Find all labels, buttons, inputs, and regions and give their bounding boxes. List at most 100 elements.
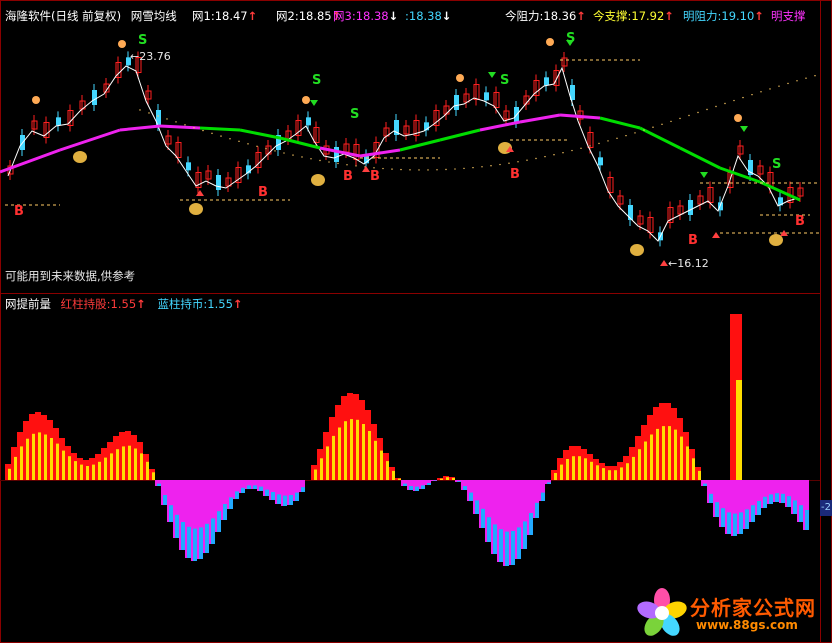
histogram-bar (751, 505, 755, 522)
candle-body (92, 90, 97, 105)
histogram-bar (421, 485, 425, 489)
histogram-bar (686, 446, 689, 480)
volume-indicator-header: 网提前量 红柱持股:1.55↑ 蓝柱持币:1.55↑ (5, 296, 243, 312)
runner-icon (734, 114, 742, 122)
histogram-bar (457, 481, 461, 482)
sell-signal-label: S (312, 73, 321, 88)
value-label: 今阻力:18.36 (505, 9, 577, 23)
ma-trend-line (0, 148, 61, 174)
histogram-bar (787, 496, 791, 507)
candle-body (216, 175, 221, 190)
histogram-bar (217, 511, 221, 532)
histogram-bar (386, 461, 389, 480)
histogram-bar (541, 492, 545, 501)
up-arrow-icon: ↑ (576, 9, 586, 23)
histogram-bar (517, 527, 521, 559)
price-panel[interactable]: BBB B BBBSSSSSS←23.76←16.12 (0, 31, 820, 270)
indicator-value-4: :18.38↓ (405, 8, 451, 24)
histogram-bar (757, 501, 761, 515)
histogram-bar (199, 527, 203, 559)
histogram-bar (44, 434, 47, 480)
dotted-guide (256, 145, 258, 148)
histogram-bar (736, 380, 742, 480)
histogram-bar (547, 482, 551, 484)
histogram-bar (32, 433, 35, 480)
histogram-bar (452, 477, 455, 480)
histogram-bar (181, 522, 185, 550)
dotted-guide (634, 132, 636, 134)
dotted-guide (247, 143, 249, 145)
dotted-guide (400, 168, 402, 171)
dotted-guide (211, 132, 213, 135)
chart-canvas[interactable]: BBB B BBBSSSSSS←23.76←16.12 (0, 0, 832, 643)
histogram-bar (709, 493, 713, 503)
histogram-bar (338, 427, 341, 480)
up-arrow-icon (712, 232, 720, 238)
dotted-guide (310, 158, 312, 160)
volume-panel[interactable] (5, 314, 809, 566)
flower-logo-icon (637, 588, 687, 636)
dotted-guide (661, 123, 663, 126)
runner-icon (32, 96, 40, 104)
down-arrow-icon (700, 172, 708, 178)
histogram-bar (668, 426, 671, 480)
dotted-guide (760, 91, 762, 93)
buy-signal-label: B (688, 233, 698, 248)
histogram-bar (146, 461, 149, 480)
dotted-guide (697, 111, 699, 114)
histogram-bar (289, 495, 293, 505)
dotted-guide (580, 147, 582, 149)
histogram-bar (733, 513, 737, 536)
histogram-bar (134, 448, 137, 480)
histogram-bar (175, 514, 179, 538)
histogram-bar (62, 450, 65, 480)
dotted-guide (184, 124, 186, 126)
value-label: 网2:18.85 (276, 9, 332, 23)
dotted-guide (526, 159, 528, 161)
dotted-guide (499, 163, 501, 166)
histogram-bar (157, 483, 161, 486)
histogram-bar (320, 458, 323, 480)
histogram-bar (98, 461, 101, 480)
histogram-bar (626, 463, 629, 480)
down-arrow-icon (310, 100, 318, 106)
value-label: 今支撑:17.92 (593, 9, 665, 23)
histogram-bar (80, 464, 83, 480)
histogram-bar (368, 431, 371, 480)
histogram-bar (674, 429, 677, 480)
histogram-bar (326, 446, 329, 480)
ma-trend-line (119, 124, 161, 132)
candle-body (56, 117, 61, 126)
histogram-bar (799, 505, 803, 522)
indicator-value-1: 网1:18.47↑ (192, 8, 257, 24)
volume-indicator-name: 网提前量 (5, 297, 51, 311)
histogram-bar (211, 518, 215, 544)
dotted-guide (688, 114, 690, 117)
histogram-bar (14, 456, 17, 480)
candle-body (454, 95, 459, 110)
ma-trend-line (399, 138, 441, 152)
dotted-guide (148, 112, 150, 114)
ma-trend-line (239, 128, 281, 140)
histogram-bar (554, 473, 557, 480)
dotted-guide (436, 169, 438, 171)
dotted-guide (553, 154, 555, 156)
histogram-bar (745, 509, 749, 529)
dotted-guide (508, 162, 510, 164)
runner-icon (546, 38, 554, 46)
ma-trend-line (679, 146, 721, 170)
up-arrow-icon (660, 260, 668, 266)
indicator-value-3: 网3:18.38↓ (333, 8, 398, 24)
dotted-guide (427, 169, 429, 171)
buy-signal-label: B (343, 169, 353, 184)
dotted-guide (166, 118, 168, 120)
future-data-note: 可能用到未来数据,供参考 (5, 269, 136, 283)
right-axis-value: -2 (820, 500, 832, 516)
histogram-bar (235, 491, 239, 499)
ma-trend-line (199, 126, 241, 132)
dotted-guide (382, 167, 384, 170)
site-logo: 分析家公式网 www.88gs.com (634, 586, 830, 640)
histogram-bar (68, 456, 71, 480)
dotted-guide (724, 102, 726, 105)
up-arrow-icon: ↑ (664, 9, 674, 23)
